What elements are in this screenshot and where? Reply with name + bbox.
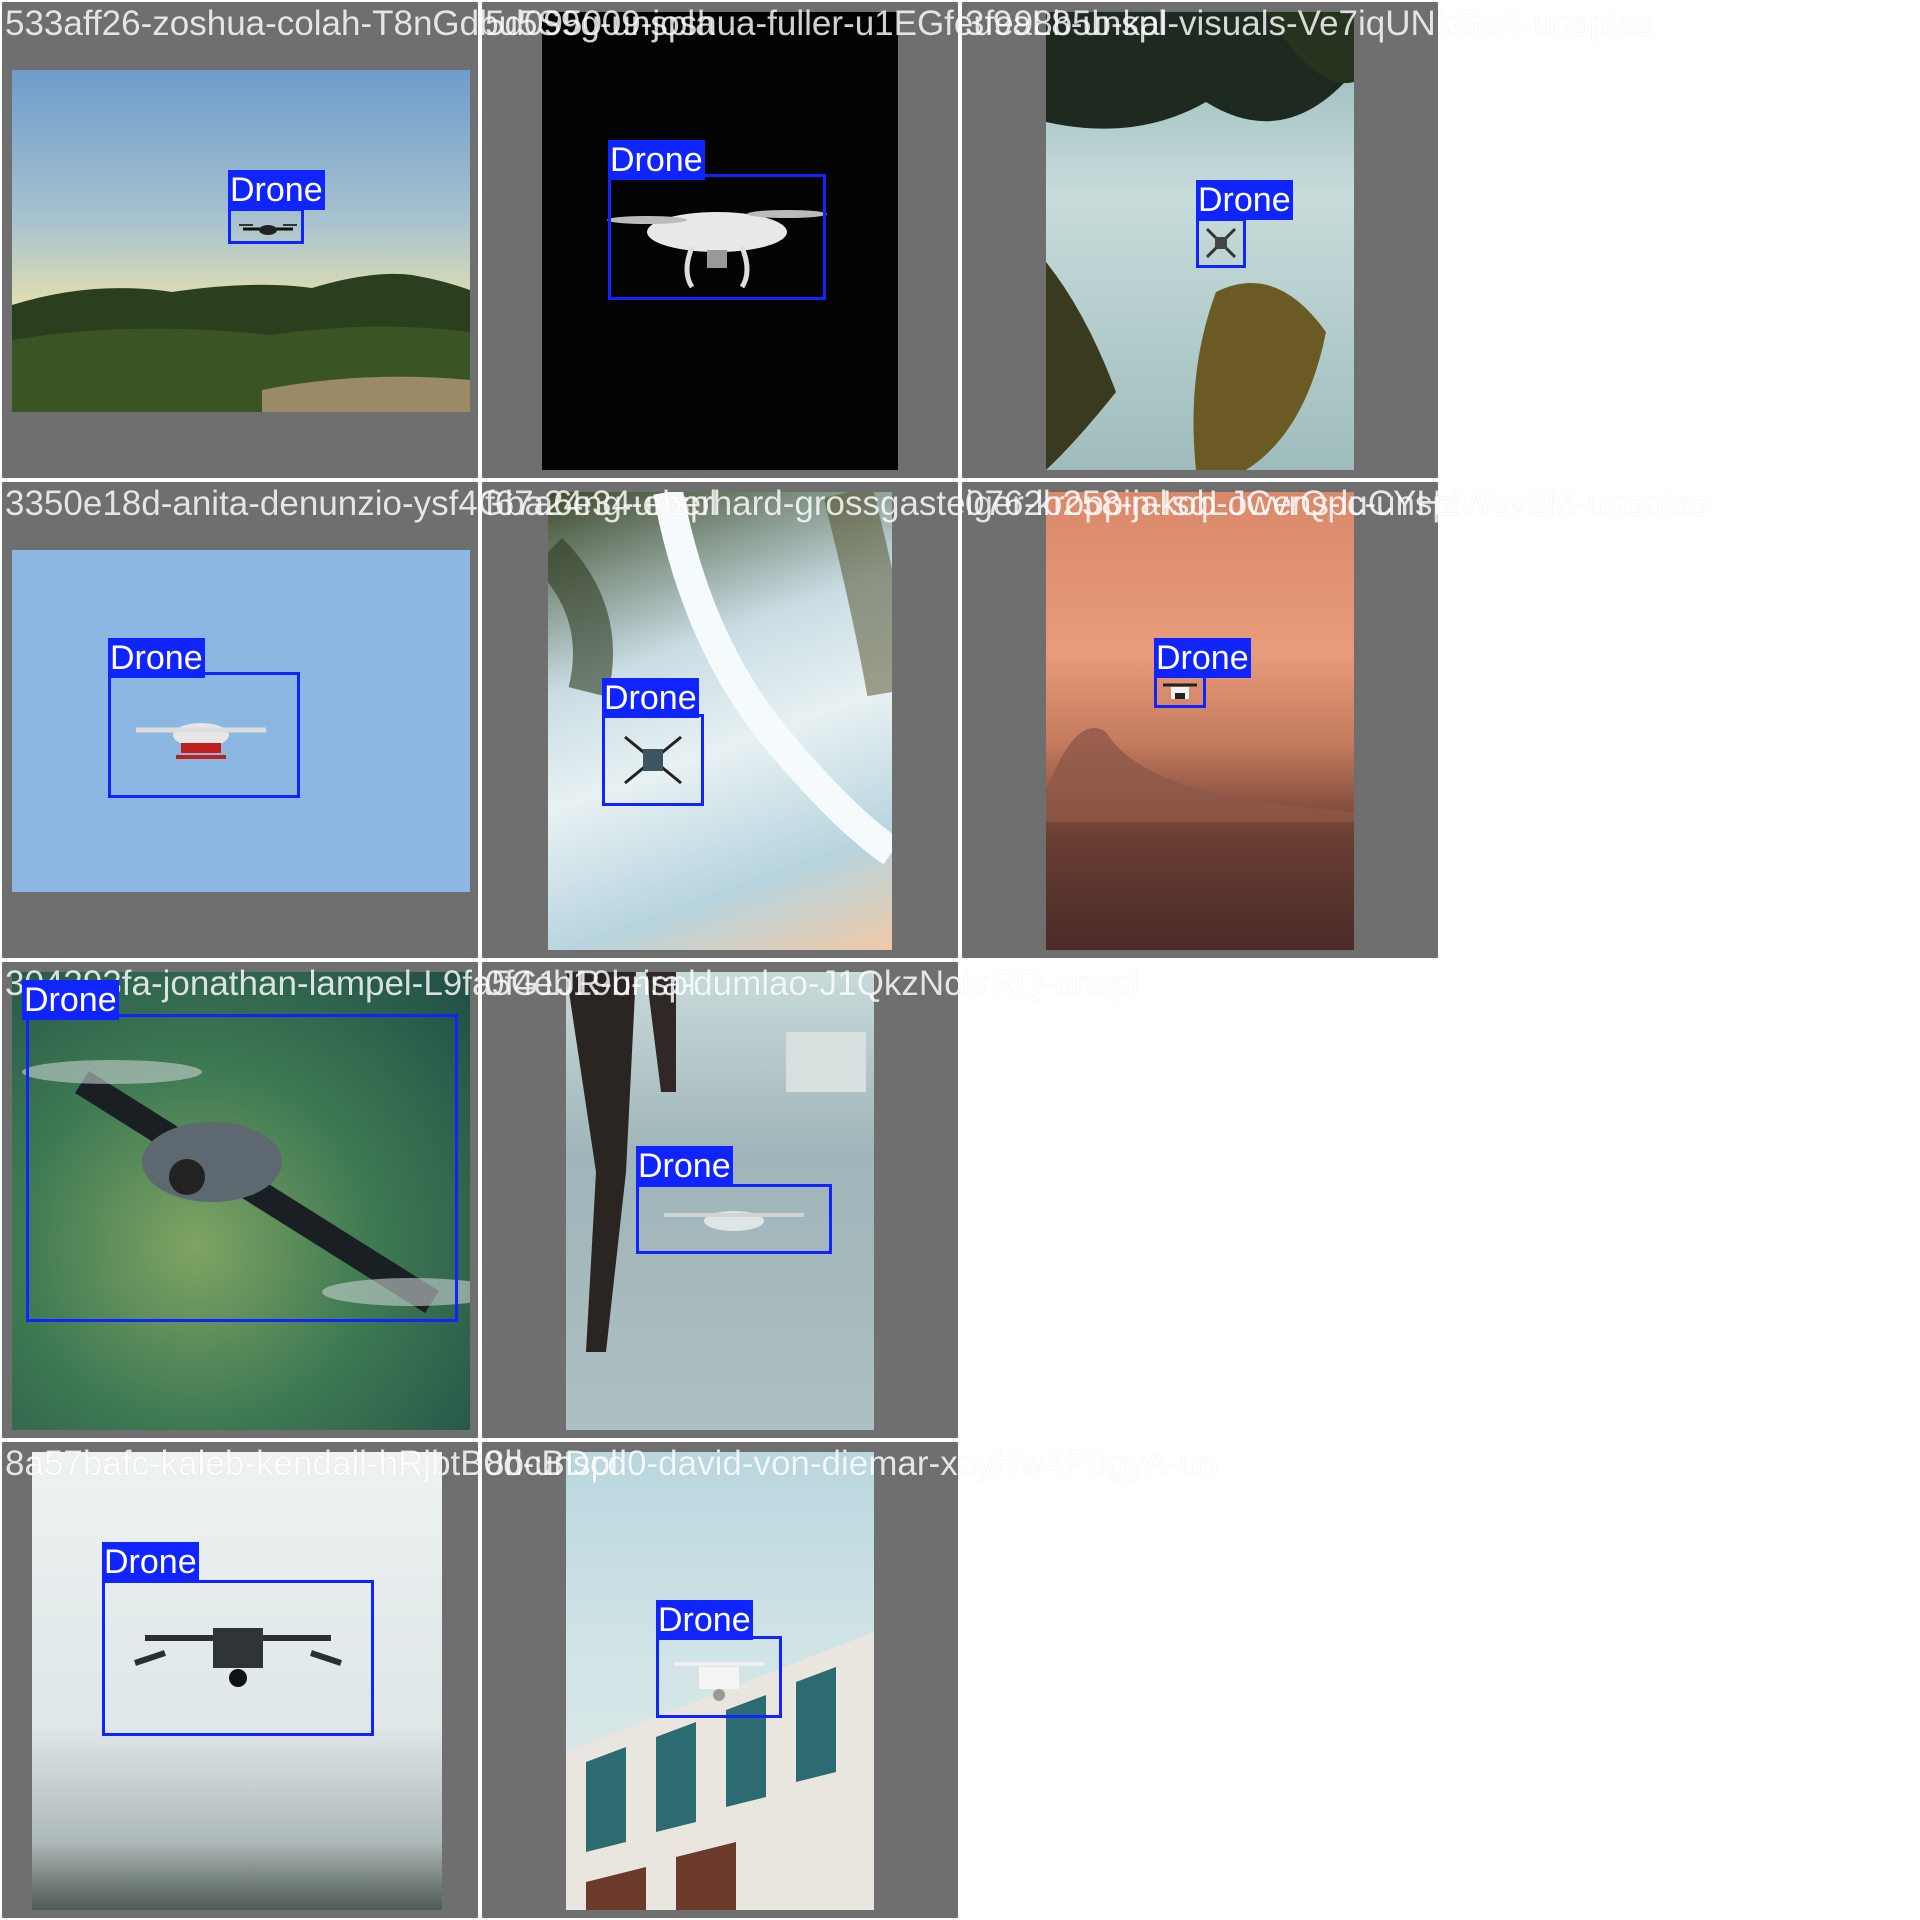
detection-label: Drone xyxy=(22,980,119,1020)
detection-box xyxy=(26,1014,458,1322)
drone-icon xyxy=(1205,227,1237,259)
drone-icon xyxy=(664,1211,804,1231)
detection-label: Drone xyxy=(636,1146,733,1186)
detection-label: Drone xyxy=(1196,180,1293,220)
drone-icon xyxy=(624,735,682,785)
detection-label: Drone xyxy=(608,140,705,180)
detection-box xyxy=(1154,674,1206,708)
mosaic-tile-5: f67a6e34-eberhard-grossgasteiger-kroppin… xyxy=(482,482,1460,958)
detection-box xyxy=(228,208,304,244)
photo-sunset-sea xyxy=(1046,492,1354,950)
detection-box xyxy=(608,174,826,300)
mosaic-tile-10: 8bcBDcd0-david-von-diemar-xoyHw4P0gyA-un… xyxy=(482,1442,1218,1918)
detection-label: Drone xyxy=(656,1600,753,1640)
detection-label: Drone xyxy=(228,170,325,210)
mosaic-tile-3: 3fe98b5b-kal-visuals-Ve7iqUNkGsA-unsplas… xyxy=(962,2,1654,478)
detection-box xyxy=(1196,218,1246,268)
mosaic-tile-4: 3350e18d-anita-denunzio-ysf4Gba24ng-unsp… xyxy=(2,482,717,958)
mosaic-tile-9: 8a57bafc-kaleb-kendall-hRjbtB0d-unspl Dr… xyxy=(2,1442,618,1918)
drone-icon xyxy=(1163,683,1197,699)
detection-box xyxy=(602,714,704,806)
drone-icon xyxy=(136,723,266,759)
mosaic-tile-8: 0f4eb19b-ira-dumlao-J1QkzNckrRQ-unspl Dr… xyxy=(482,962,1139,1438)
detection-box xyxy=(102,1580,374,1736)
mosaic-tile-2: 5d095009-joshua-fuller-u1EGfeu9aL8-unspl… xyxy=(482,2,1166,478)
detection-box xyxy=(636,1184,832,1254)
detection-box xyxy=(108,672,300,798)
detection-label: Drone xyxy=(108,638,205,678)
mosaic-tile-1: 533aff26-zoshua-colah-T8nGdbu5S9g-unspla… xyxy=(2,2,715,478)
photo-snowy-road xyxy=(548,492,892,950)
detection-label: Drone xyxy=(602,678,699,718)
drone-icon xyxy=(134,1628,342,1687)
mosaic-tile-7: 304393fa-jonathan-lampel-L9fa5G1JR-unspl… xyxy=(2,962,696,1438)
detection-box xyxy=(656,1636,782,1718)
mosaic-tile-6: 0762b258-jakob-owens-luCYHzWsv2M-unsplas… xyxy=(962,482,1708,958)
drone-icon xyxy=(674,1662,764,1701)
detection-label: Drone xyxy=(102,1542,199,1582)
headland-graphic xyxy=(1046,728,1354,822)
detection-label: Drone xyxy=(1154,638,1251,678)
road-graphic xyxy=(548,492,892,865)
drone-icon xyxy=(239,224,297,235)
